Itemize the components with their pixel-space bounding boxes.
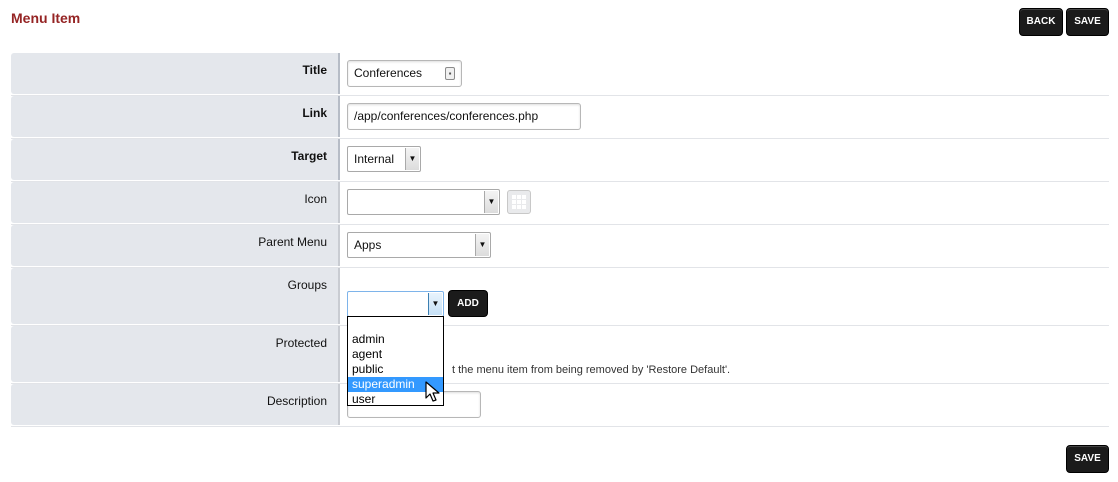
protected-label: Protected [11, 326, 340, 382]
title-input[interactable]: Conferences ▪ [347, 60, 462, 87]
grid-icon [508, 191, 530, 213]
form-row-parent-menu: Parent Menu Apps ▼ [11, 225, 1109, 268]
protected-hint: t the menu item from being removed by 'R… [452, 364, 731, 376]
groups-label: Groups [11, 268, 340, 324]
icon-label: Icon [11, 182, 340, 223]
save-button-bottom[interactable]: SAVE [1066, 445, 1109, 473]
title-label: Title [11, 53, 340, 94]
description-label: Description [11, 384, 340, 425]
groups-select[interactable]: ▼ [347, 291, 444, 317]
form-row-groups: Groups ▼ ADD [11, 268, 1109, 326]
chevron-down-icon: ▼ [405, 148, 419, 170]
form-row-title: Title Conferences ▪ [11, 53, 1109, 96]
icon-select[interactable]: ▼ [347, 189, 500, 215]
link-label: Link [11, 96, 340, 137]
page-title: Menu Item [11, 10, 81, 26]
parent-menu-label: Parent Menu [11, 225, 340, 266]
dropdown-option-public[interactable]: public [348, 362, 443, 377]
dropdown-option-admin[interactable]: admin [348, 332, 443, 347]
chevron-down-icon: ▼ [484, 191, 498, 213]
form-row-protected: Protected t the menu item from being rem… [11, 326, 1109, 384]
parent-menu-value: Apps [354, 238, 382, 252]
mouse-cursor-icon [425, 381, 440, 402]
back-button[interactable]: BACK [1019, 8, 1063, 36]
target-value: Internal [354, 152, 395, 166]
save-button-top[interactable]: SAVE [1066, 8, 1109, 36]
contact-card-icon[interactable]: ▪ [445, 67, 455, 80]
form-row-target: Target Internal ▼ [11, 139, 1109, 182]
chevron-down-icon: ▼ [428, 293, 442, 315]
link-input[interactable]: /app/conferences/conferences.php [347, 103, 581, 130]
chevron-down-icon: ▼ [475, 234, 489, 256]
target-select[interactable]: Internal ▼ [347, 146, 421, 172]
form-row-description: Description [11, 384, 1109, 427]
dropdown-option-agent[interactable]: agent [348, 347, 443, 362]
target-label: Target [11, 139, 340, 180]
title-value: Conferences [354, 66, 423, 80]
form-row-link: Link /app/conferences/conferences.php [11, 96, 1109, 139]
icon-grid-button[interactable] [507, 190, 531, 214]
parent-menu-select[interactable]: Apps ▼ [347, 232, 491, 258]
add-group-button[interactable]: ADD [448, 290, 488, 317]
form-row-icon: Icon ▼ [11, 182, 1109, 225]
